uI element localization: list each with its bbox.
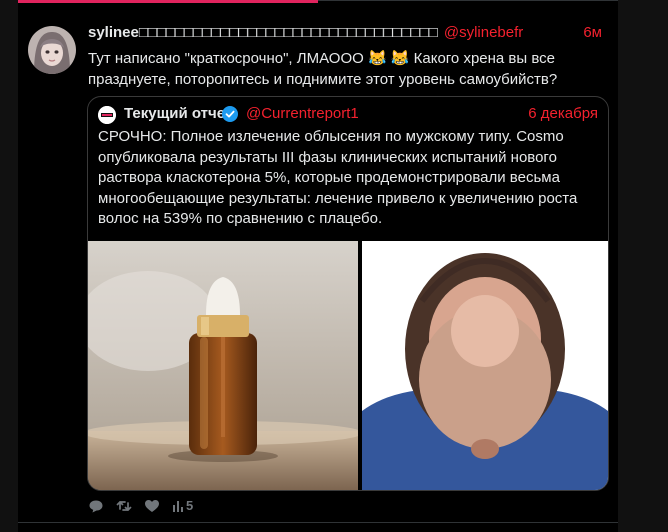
views-button[interactable]: 5 — [172, 498, 193, 514]
right-frame — [618, 0, 668, 532]
author-handle[interactable]: @sylinebefr — [444, 24, 523, 41]
views-count: 5 — [186, 498, 194, 513]
tweet-actions: 5 — [88, 498, 288, 514]
bottom-divider — [18, 522, 618, 523]
tweet-text: Тут написано "краткосрочно", ЛМАООО 😹 😹 … — [88, 50, 558, 88]
outlet-logo — [98, 106, 116, 124]
avatar[interactable] — [28, 26, 76, 74]
left-frame — [0, 0, 18, 532]
quoted-author-handle[interactable]: @Currentreport1 — [246, 105, 359, 122]
author-name[interactable]: sylinee□□□□□□□□□□□□□□□□□□□□□□□□□□□□□□□□□ — [88, 24, 438, 41]
views-chart-icon — [173, 501, 183, 512]
top-accent-bar — [18, 0, 318, 3]
tweet-timestamp[interactable]: 6м — [583, 24, 602, 41]
balding-scalp-photo[interactable] — [362, 241, 608, 490]
verified-badge-icon — [222, 106, 238, 122]
serum-dropper-bottle-photo[interactable] — [88, 241, 363, 490]
reply-icon[interactable] — [88, 498, 104, 514]
quoted-media-grid — [88, 241, 608, 490]
avatar-photo — [28, 26, 76, 74]
quoted-tweet-date[interactable]: 6 декабря — [528, 105, 598, 122]
quoted-tweet-text: СРОЧНО: Полное излечение облысения по му… — [98, 128, 578, 227]
heart-icon[interactable] — [144, 498, 160, 514]
retweet-icon[interactable] — [116, 498, 132, 514]
quoted-author-name[interactable]: Текущий отчет — [124, 105, 232, 122]
quoted-tweet[interactable]: Текущий отчет @Currentreport1 6 декабря … — [87, 96, 609, 491]
tweet-header: sylinee□□□□□□□□□□□□□□□□□□□□□□□□□□□□□□□□□… — [88, 24, 608, 46]
quoted-tweet-header: Текущий отчет @Currentreport1 6 декабря — [98, 105, 598, 125]
